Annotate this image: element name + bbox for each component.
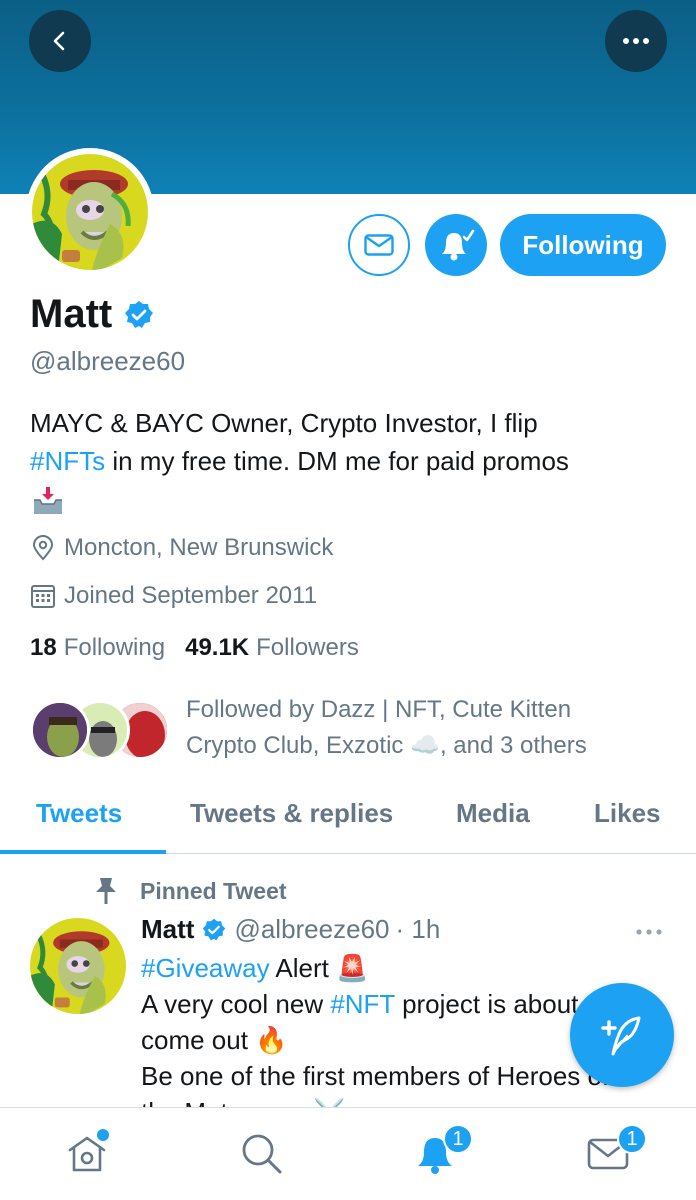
joined-text: Joined September 2011: [64, 582, 318, 609]
mutual-followers-avatars[interactable]: [30, 700, 170, 760]
joined-row: Joined September 2011: [30, 582, 317, 610]
following-button[interactable]: Following: [500, 214, 666, 276]
tweet-timestamp: · 1h: [395, 914, 441, 944]
location-row: Moncton, New Brunswick: [30, 534, 333, 562]
profile-avatar[interactable]: [26, 148, 154, 276]
messages-badge: 1: [617, 1124, 647, 1154]
following-count-link[interactable]: 18 Following: [30, 634, 165, 662]
message-button[interactable]: [348, 214, 410, 276]
tweet-line-1-text: Alert 🚨: [269, 953, 369, 983]
pinned-tweet-label: Pinned Tweet: [140, 877, 287, 904]
following-count: 18: [30, 634, 57, 661]
profile-tabs: Tweets Tweets & replies Media Likes: [0, 782, 696, 854]
verified-badge-icon: [125, 300, 154, 328]
notifications-badge: 1: [443, 1124, 473, 1154]
ape-avatar-image: [32, 154, 148, 270]
tweet-line-2-text: A very cool new: [141, 989, 331, 1019]
tab-media[interactable]: Media: [456, 798, 530, 829]
bio-line-2-text: in my free time. DM me for paid promos: [105, 446, 569, 476]
bio-line-3: [30, 480, 670, 518]
more-horizontal-icon: [623, 38, 649, 44]
back-button[interactable]: [29, 10, 91, 72]
inbox-tray-emoji-icon: [34, 487, 62, 515]
more-options-button[interactable]: [605, 10, 667, 72]
tweet-author-handle: @albreeze60: [234, 914, 390, 944]
follow-counts: 18 Following 49.1K Followers: [30, 634, 379, 662]
pinned-tweet-label-row: Pinned Tweet: [92, 876, 287, 906]
bio-line-2: #NFTs in my free time. DM me for paid pr…: [30, 442, 670, 480]
envelope-icon: [364, 234, 394, 256]
profile-name-row: Matt: [30, 292, 154, 337]
profile-handle: @albreeze60: [30, 346, 186, 376]
notifications-toggle-button[interactable]: [425, 214, 487, 276]
verified-badge-icon: [203, 918, 226, 940]
mutual-follower-avatar: [30, 700, 90, 760]
ape-avatar-image: [30, 918, 126, 1014]
compose-tweet-button[interactable]: [570, 983, 674, 1087]
chevron-left-icon: [53, 31, 65, 51]
tweet-more-icon[interactable]: [634, 924, 664, 940]
tab-likes[interactable]: Likes: [594, 798, 661, 829]
tab-tweets[interactable]: Tweets: [36, 798, 122, 829]
tweet-author-avatar[interactable]: [30, 918, 126, 1014]
nfts-hashtag-link[interactable]: #NFTs: [30, 446, 105, 476]
location-pin-icon: [32, 535, 54, 561]
giveaway-hashtag-link[interactable]: #Giveaway: [141, 953, 270, 983]
active-tab-indicator: [0, 850, 166, 854]
followed-by-line-2: Crypto Club, Exzotic ☁️, and 3 others: [186, 732, 587, 759]
pin-icon: [96, 878, 116, 904]
bell-check-icon: [442, 229, 475, 261]
followers-count: 49.1K: [185, 634, 250, 661]
profile-bio: MAYC & BAYC Owner, Crypto Investor, I fl…: [30, 404, 670, 518]
search-icon[interactable]: [238, 1130, 284, 1176]
followers-count-link[interactable]: 49.1K Followers: [185, 634, 359, 662]
location-text: Moncton, New Brunswick: [64, 534, 334, 561]
calendar-icon: [31, 585, 55, 608]
followers-label: Followers: [256, 634, 359, 661]
following-label: Following: [63, 634, 166, 661]
home-unread-dot: [97, 1129, 109, 1141]
bottom-navigation: 1 1: [0, 1107, 696, 1200]
bio-line-1: MAYC & BAYC Owner, Crypto Investor, I fl…: [30, 408, 538, 438]
tweet-line-1: #Giveaway Alert 🚨: [141, 950, 671, 986]
tweet-header: Matt @albreeze60 · 1h: [141, 914, 440, 945]
tab-tweets-and-replies[interactable]: Tweets & replies: [190, 798, 393, 829]
nft-hashtag-link[interactable]: #NFT: [330, 989, 395, 1019]
followed-by-text[interactable]: Followed by Dazz | NFT, Cute Kitten Cryp…: [186, 692, 666, 764]
followed-by-line-1: Followed by Dazz | NFT, Cute Kitten: [186, 696, 572, 723]
compose-feather-icon: [601, 1016, 641, 1056]
profile-name: Matt: [30, 292, 113, 336]
tweet-author-name[interactable]: Matt: [141, 914, 194, 945]
